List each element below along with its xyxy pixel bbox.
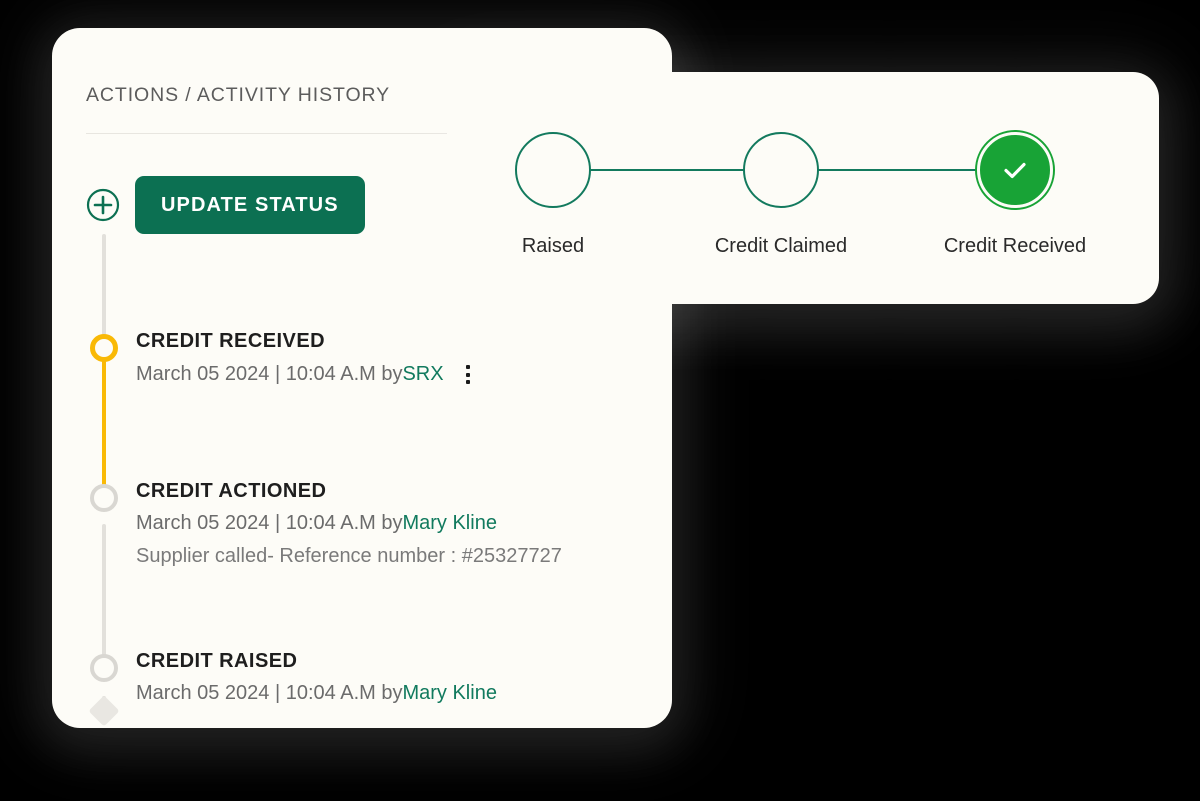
kebab-dot bbox=[465, 365, 470, 369]
entry-meta: March 05 2024 | 10:04 A.M by SRX bbox=[136, 362, 476, 387]
entry-note: Supplier called- Reference number : #253… bbox=[136, 545, 562, 567]
entry-meta: March 05 2024 | 10:04 A.M by Mary Kline bbox=[136, 682, 497, 705]
stepper-node-raised[interactable] bbox=[515, 132, 591, 208]
page-root: ACTIONS / ACTIVITY HISTORY UPDATE STATUS bbox=[0, 0, 1200, 801]
plus-circle-icon[interactable] bbox=[86, 188, 120, 222]
update-status-button[interactable]: UPDATE STATUS bbox=[135, 176, 365, 234]
rail-segment-top bbox=[102, 234, 106, 338]
entry-actor[interactable]: Mary Kline bbox=[402, 682, 496, 705]
page-title: ACTIONS / ACTIVITY HISTORY bbox=[86, 84, 391, 106]
timeline-entry: CREDIT RAISED March 05 2024 | 10:04 A.M … bbox=[136, 650, 497, 705]
status-stepper-card: Raised Credit Claimed Credit Received bbox=[447, 72, 1159, 304]
activity-timeline: CREDIT RECEIVED March 05 2024 | 10:04 A.… bbox=[86, 234, 646, 728]
kebab-dot bbox=[465, 380, 470, 384]
timeline-node-credit-raised[interactable] bbox=[90, 654, 118, 682]
rail-segment-1 bbox=[102, 360, 106, 502]
status-stepper: Raised Credit Claimed Credit Received bbox=[447, 72, 1159, 304]
stepper-node-credit-claimed[interactable] bbox=[743, 132, 819, 208]
update-status-row: UPDATE STATUS bbox=[86, 176, 365, 234]
entry-title: CREDIT RAISED bbox=[136, 650, 298, 672]
rail-segment-2 bbox=[102, 524, 106, 674]
entry-title: CREDIT ACTIONED bbox=[136, 480, 327, 502]
entry-title: CREDIT RECEIVED bbox=[136, 330, 325, 352]
stepper-label-raised: Raised bbox=[521, 235, 585, 257]
entry-timestamp: March 05 2024 | 10:04 A.M by bbox=[136, 512, 403, 534]
timeline-entry: CREDIT RECEIVED March 05 2024 | 10:04 A.… bbox=[136, 330, 476, 387]
timeline-end-diamond bbox=[88, 695, 120, 727]
kebab-dot bbox=[465, 372, 470, 377]
stepper-node-credit-received[interactable] bbox=[977, 132, 1053, 208]
kebab-menu-icon[interactable] bbox=[460, 362, 476, 387]
entry-timestamp: March 05 2024 | 10:04 A.M by bbox=[136, 363, 403, 385]
stepper-label-credit-received: Credit Received bbox=[943, 235, 1087, 257]
check-icon bbox=[1004, 162, 1026, 179]
timeline-node-credit-actioned[interactable] bbox=[90, 484, 118, 512]
timeline-node-credit-received[interactable] bbox=[90, 334, 118, 362]
stepper-label-credit-claimed: Credit Claimed bbox=[714, 235, 848, 257]
entry-meta: March 05 2024 | 10:04 A.M by Mary Kline bbox=[136, 512, 562, 535]
entry-actor[interactable]: SRX bbox=[402, 363, 443, 386]
timeline-entry: CREDIT ACTIONED March 05 2024 | 10:04 A.… bbox=[136, 480, 562, 568]
entry-timestamp: March 05 2024 | 10:04 A.M by bbox=[136, 682, 403, 704]
entry-actor[interactable]: Mary Kline bbox=[402, 512, 496, 535]
